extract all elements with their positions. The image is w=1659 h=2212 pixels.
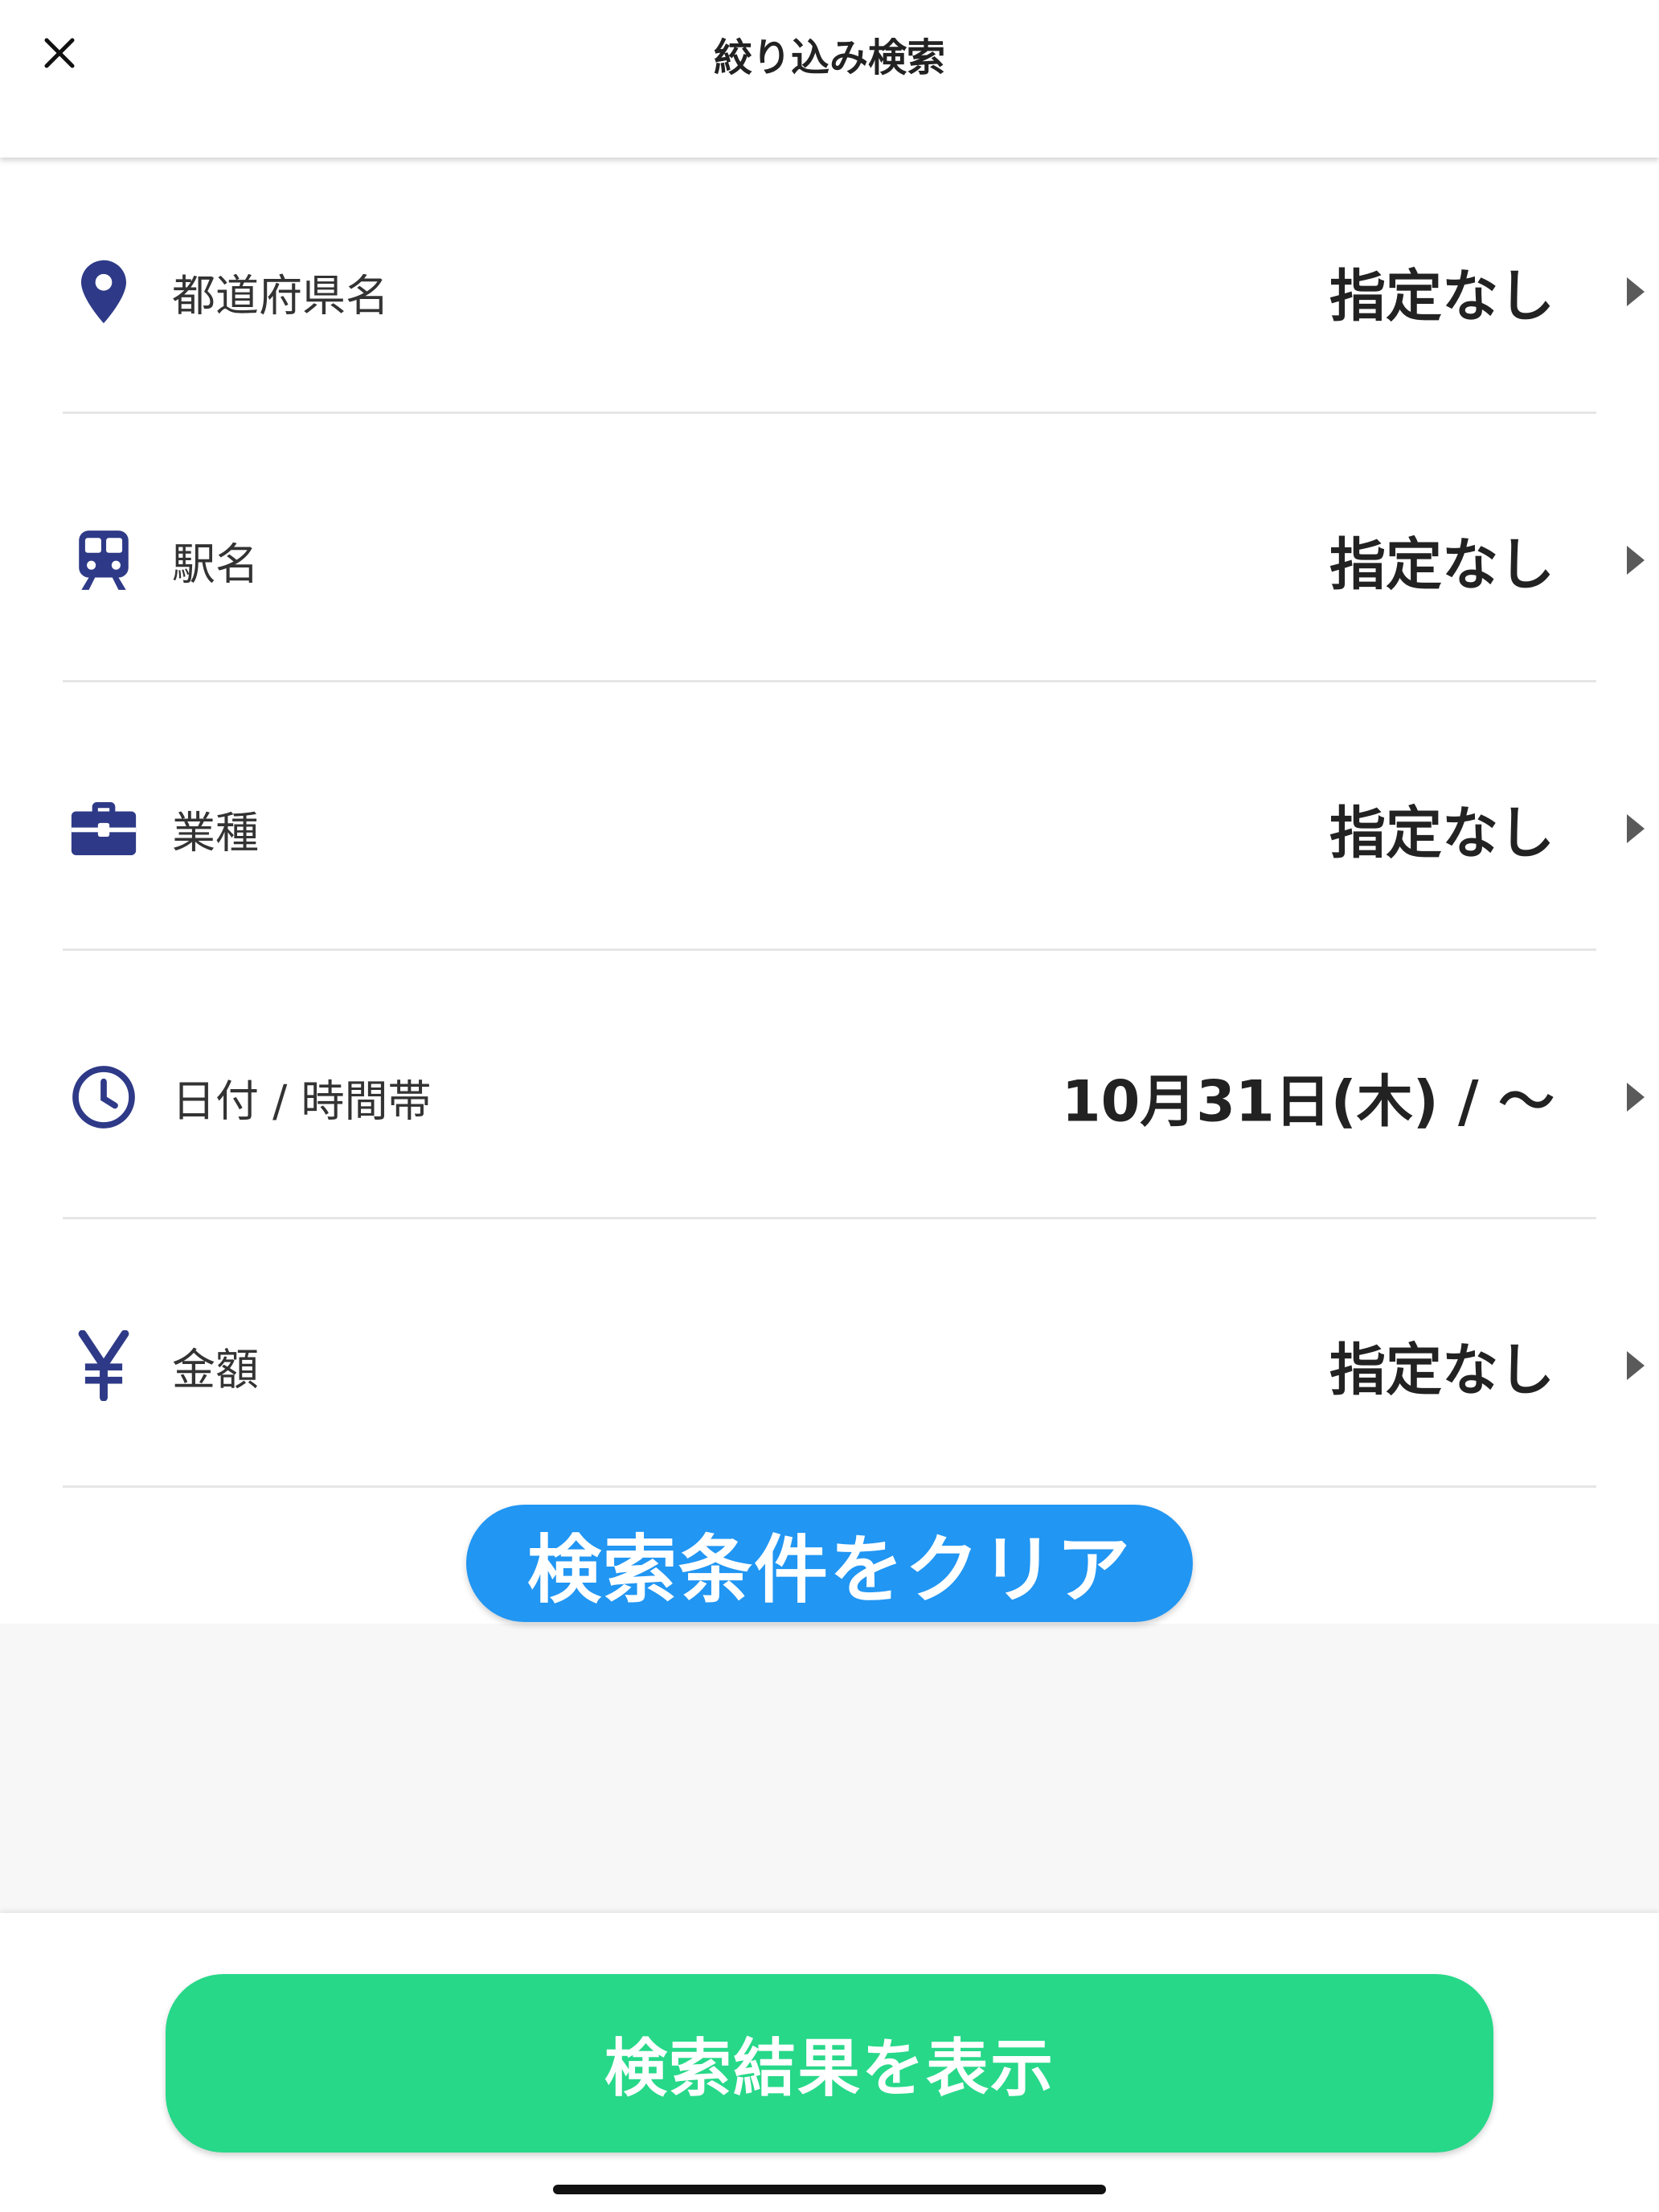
location-pin-icon — [68, 256, 140, 328]
empty-area — [0, 1624, 1659, 1913]
header: 絞り込み検索 — [0, 0, 1659, 158]
filter-label: 金額 — [172, 1344, 259, 1395]
filter-row-station[interactable]: 駅名 指定なし — [0, 426, 1659, 694]
filter-label: 日付 / 時間帯 — [172, 1075, 432, 1127]
filter-label: 都道府県名 — [172, 270, 389, 322]
home-indicator — [553, 2185, 1106, 2194]
chevron-right-icon — [1627, 546, 1645, 575]
show-results-button[interactable]: 検索結果を表示 — [166, 1974, 1493, 2153]
train-icon — [68, 524, 140, 596]
filter-value: 指定なし — [1329, 800, 1555, 866]
divider — [63, 948, 1596, 951]
page-title: 絞り込み検索 — [713, 35, 945, 80]
divider — [63, 1217, 1596, 1219]
filter-label: 業種 — [172, 807, 259, 858]
chevron-right-icon — [1627, 814, 1645, 843]
filter-value: 指定なし — [1329, 531, 1555, 598]
filter-row-prefecture[interactable]: 都道府県名 指定なし — [0, 158, 1659, 426]
clear-conditions-button[interactable]: 検索条件をクリア — [466, 1505, 1193, 1622]
filter-value: 指定なし — [1329, 263, 1555, 330]
clock-icon — [68, 1061, 140, 1133]
filter-value: 10月31日(木) / 〜 — [1061, 1068, 1555, 1135]
filter-label: 駅名 — [172, 539, 259, 590]
briefcase-icon — [68, 793, 140, 865]
filter-row-industry[interactable]: 業種 指定なし — [0, 694, 1659, 963]
filter-row-price[interactable]: 金額 指定なし — [0, 1231, 1659, 1500]
filter-list: 都道府県名 指定なし 駅名 指定なし 業種 指定なし 日付 / 時間帯 10月3… — [0, 158, 1659, 1500]
divider — [63, 680, 1596, 682]
divider — [63, 1485, 1596, 1488]
chevron-right-icon — [1627, 1351, 1645, 1380]
filter-value: 指定なし — [1329, 1337, 1555, 1403]
divider — [63, 412, 1596, 414]
filter-row-datetime[interactable]: 日付 / 時間帯 10月31日(木) / 〜 — [0, 963, 1659, 1231]
yen-icon — [68, 1329, 140, 1402]
chevron-right-icon — [1627, 1083, 1645, 1112]
chevron-right-icon — [1627, 277, 1645, 306]
